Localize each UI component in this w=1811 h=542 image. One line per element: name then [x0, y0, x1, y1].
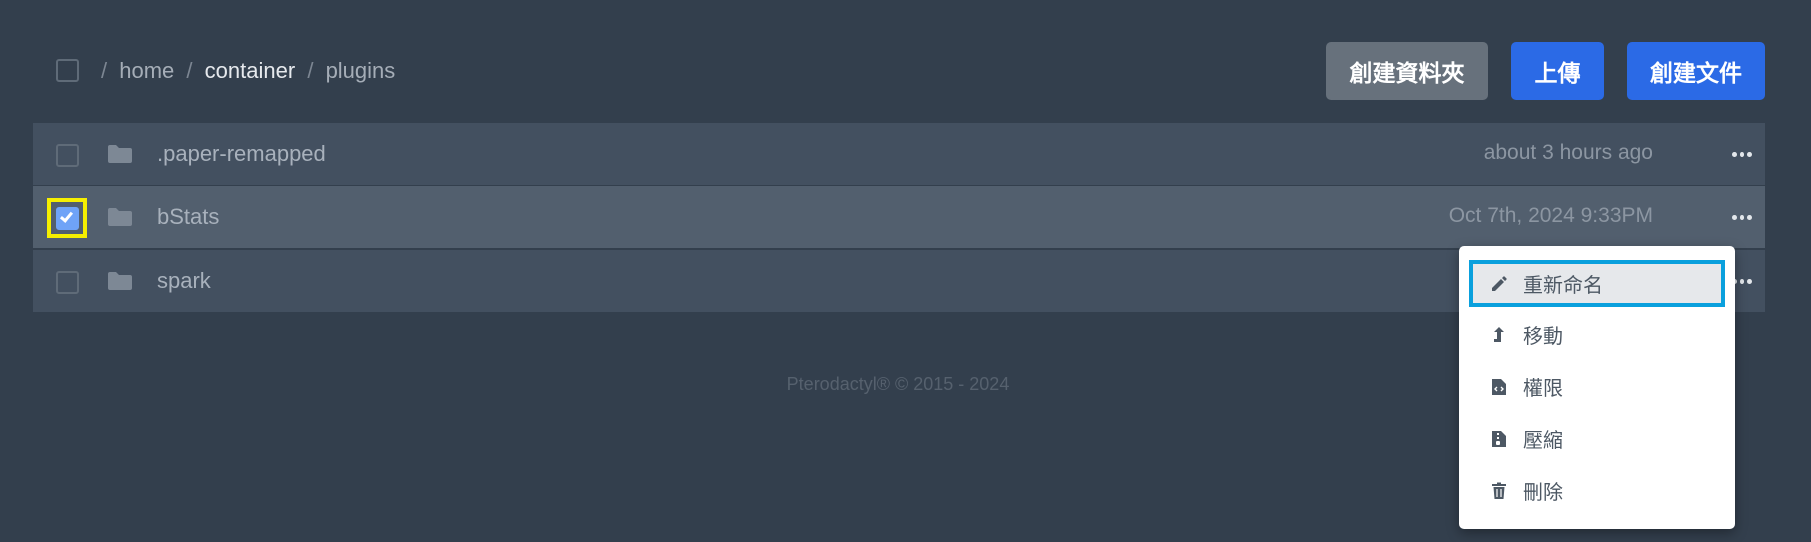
select-all-checkbox[interactable]	[56, 59, 79, 82]
more-options-icon[interactable]	[1732, 276, 1753, 286]
menu-item-label: 刪除	[1523, 480, 1563, 504]
file-archive-icon	[1489, 429, 1509, 449]
file-modified-date: about 3 hours ago	[1483, 141, 1653, 164]
menu-item-label: 權限	[1523, 376, 1563, 400]
create-file-button[interactable]: 創建文件	[1627, 42, 1765, 100]
folder-icon	[107, 207, 133, 227]
pencil-icon	[1489, 274, 1509, 294]
breadcrumb: / home / container / plugins	[101, 58, 395, 84]
file-code-icon	[1489, 377, 1509, 397]
menu-item-label: 重新命名	[1523, 273, 1603, 297]
menu-item-delete[interactable]: 刪除	[1469, 467, 1725, 514]
context-menu: 重新命名 移動 權限 壓縮 刪除	[1459, 246, 1735, 529]
breadcrumb-separator: /	[186, 58, 193, 83]
file-row[interactable]: .paper-remapped about 3 hours ago	[33, 123, 1765, 185]
file-name[interactable]: .paper-remapped	[157, 141, 326, 167]
folder-icon	[107, 144, 133, 164]
menu-item-label: 移動	[1523, 324, 1563, 348]
file-row[interactable]: bStats Oct 7th, 2024 9:33PM	[33, 186, 1765, 248]
trash-icon	[1489, 481, 1509, 501]
breadcrumb-separator: /	[101, 58, 108, 83]
more-options-icon[interactable]	[1732, 149, 1753, 159]
upload-button[interactable]: 上傳	[1511, 42, 1604, 100]
breadcrumb-separator: /	[307, 58, 314, 83]
breadcrumb-container[interactable]: container	[205, 58, 296, 83]
row-checkbox[interactable]	[56, 144, 79, 167]
breadcrumb-plugins: plugins	[325, 58, 396, 83]
menu-item-label: 壓縮	[1523, 428, 1563, 452]
file-name[interactable]: spark	[157, 268, 211, 294]
file-manager-header: / home / container / plugins 創建資料夾 上傳 創建…	[33, 36, 1765, 106]
menu-item-rename[interactable]: 重新命名	[1469, 260, 1725, 307]
create-folder-button[interactable]: 創建資料夾	[1326, 42, 1488, 100]
row-checkbox[interactable]	[56, 271, 79, 294]
menu-item-permissions[interactable]: 權限	[1469, 363, 1725, 410]
breadcrumb-home[interactable]: home	[119, 58, 174, 83]
more-options-icon[interactable]	[1732, 212, 1753, 222]
level-up-icon	[1489, 325, 1509, 345]
checkbox-highlight	[47, 198, 87, 238]
file-modified-date: Oct 7th, 2024 9:33PM	[1448, 204, 1653, 227]
file-name[interactable]: bStats	[157, 204, 219, 230]
menu-item-compress[interactable]: 壓縮	[1469, 415, 1725, 462]
folder-icon	[107, 271, 133, 291]
menu-item-move[interactable]: 移動	[1469, 311, 1725, 358]
